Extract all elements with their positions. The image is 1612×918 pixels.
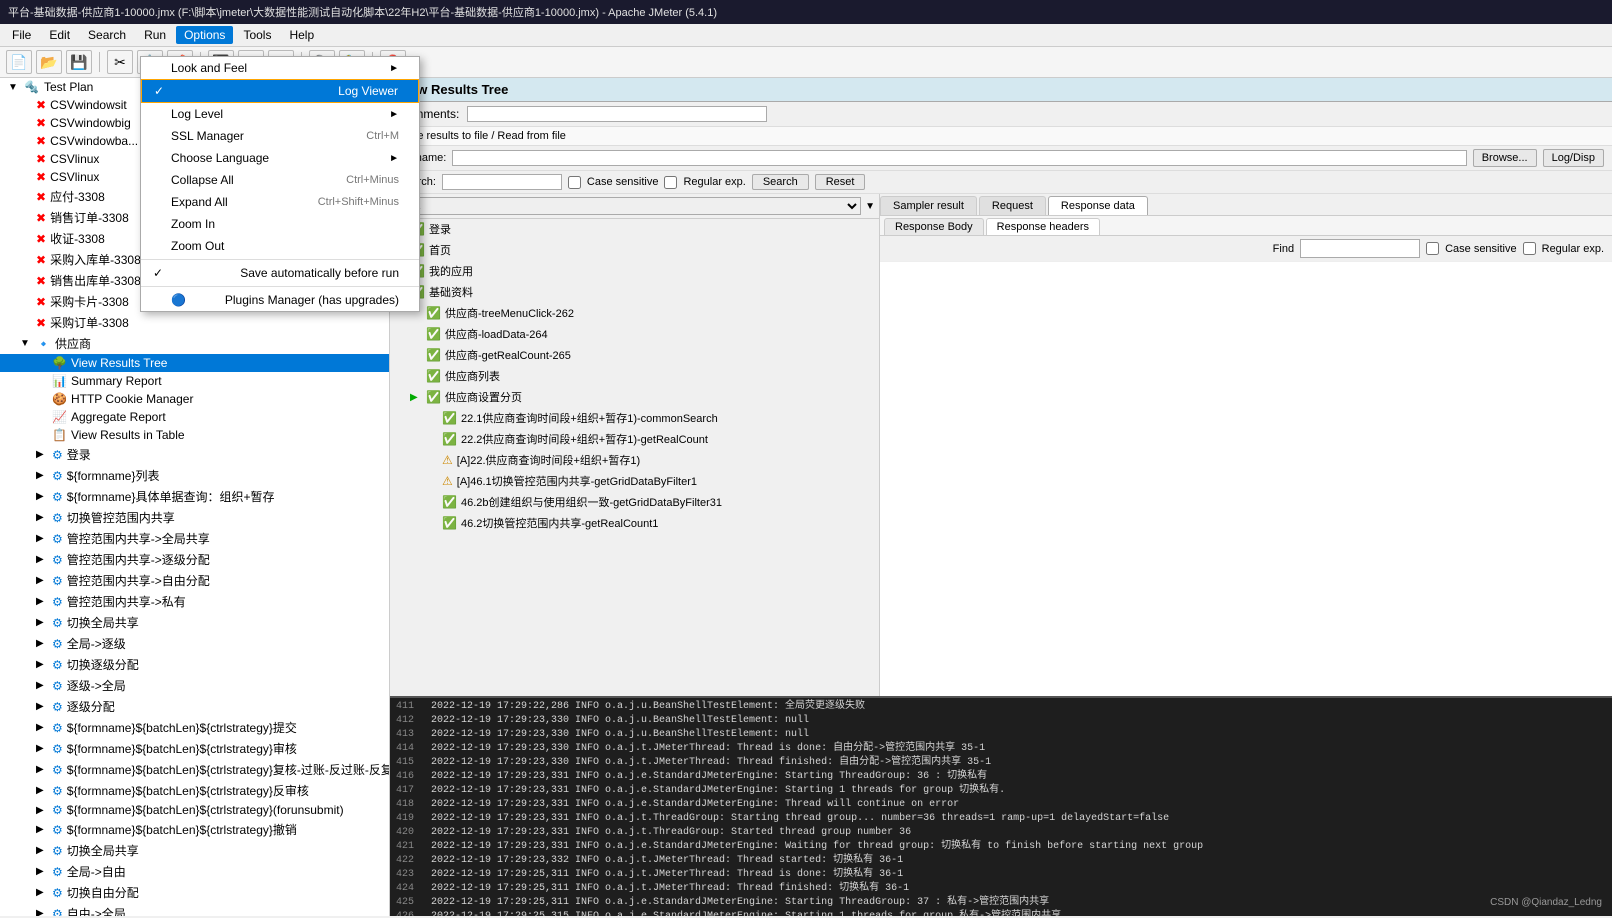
menu-look-feel-wrapper: Look and Feel ►: [141, 57, 419, 79]
menu-collapse-wrapper: Collapse All Ctrl+Minus: [141, 169, 419, 191]
menu-log-viewer-label: Log Viewer: [338, 84, 398, 98]
ssl-shortcut: Ctrl+M: [366, 130, 399, 142]
options-menu: Look and Feel ► ✓ Log Viewer Log Level ►…: [140, 56, 420, 312]
menu-log-level-label: Log Level: [171, 107, 223, 121]
menu-log-viewer[interactable]: ✓ Log Viewer: [141, 79, 419, 103]
menu-look-feel[interactable]: Look and Feel ►: [141, 57, 419, 79]
menu-zoomout-wrapper: Zoom Out: [141, 235, 419, 257]
menu-separator2: [141, 286, 419, 287]
menu-collapse-label: Collapse All: [171, 173, 234, 187]
submenu-arrow3: ►: [389, 153, 399, 164]
menu-zoom-in[interactable]: Zoom In: [141, 213, 419, 235]
plugins-icon: 🔵: [171, 293, 186, 307]
submenu-arrow: ►: [389, 63, 399, 74]
menu-zoomout-label: Zoom Out: [171, 239, 224, 253]
expand-shortcut: Ctrl+Shift+Minus: [318, 196, 399, 208]
collapse-shortcut: Ctrl+Minus: [346, 174, 399, 186]
checkmark-icon: ✓: [154, 84, 164, 98]
menu-log-level[interactable]: Log Level ►: [141, 103, 419, 125]
menu-collapse-all[interactable]: Collapse All Ctrl+Minus: [141, 169, 419, 191]
menu-zoom-out[interactable]: Zoom Out: [141, 235, 419, 257]
menu-lang-wrapper: Choose Language ►: [141, 147, 419, 169]
menu-choose-language[interactable]: Choose Language ►: [141, 147, 419, 169]
menu-ssl-label: SSL Manager: [171, 129, 244, 143]
submenu-arrow2: ►: [389, 109, 399, 120]
menu-look-feel-label: Look and Feel: [171, 61, 247, 75]
menu-separator: [141, 259, 419, 260]
menu-log-viewer-wrapper: ✓ Log Viewer: [141, 79, 419, 103]
menu-ssl-manager[interactable]: SSL Manager Ctrl+M: [141, 125, 419, 147]
menu-ssl-wrapper: SSL Manager Ctrl+M: [141, 125, 419, 147]
checkmark2-icon: ✓: [153, 266, 163, 280]
menu-save-auto[interactable]: ✓ Save automatically before run: [141, 262, 419, 284]
menu-expand-all[interactable]: Expand All Ctrl+Shift+Minus: [141, 191, 419, 213]
menu-plugins-wrapper: 🔵 Plugins Manager (has upgrades): [141, 289, 419, 311]
menu-save-auto-wrapper: ✓ Save automatically before run: [141, 262, 419, 284]
menu-save-auto-label: Save automatically before run: [240, 266, 399, 280]
menu-zoomin-wrapper: Zoom In: [141, 213, 419, 235]
menu-expand-wrapper: Expand All Ctrl+Shift+Minus: [141, 191, 419, 213]
menu-plugins-label: Plugins Manager (has upgrades): [225, 293, 399, 307]
menu-zoomin-label: Zoom In: [171, 217, 215, 231]
menu-log-level-wrapper: Log Level ►: [141, 103, 419, 125]
menu-lang-label: Choose Language: [171, 151, 269, 165]
menu-expand-label: Expand All: [171, 195, 228, 209]
menu-plugins-manager[interactable]: 🔵 Plugins Manager (has upgrades): [141, 289, 419, 311]
